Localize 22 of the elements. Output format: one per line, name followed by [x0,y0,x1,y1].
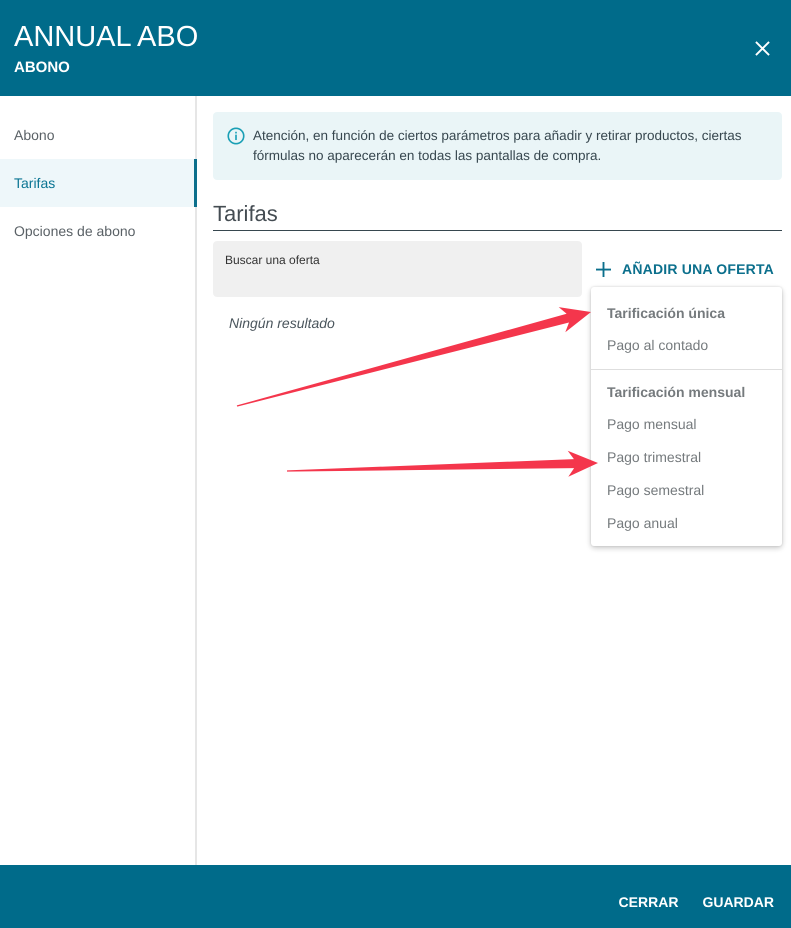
menu-item[interactable]: Pago semestral [591,474,782,507]
sidebar-item[interactable]: Abono [0,111,195,159]
search-field[interactable]: Buscar una oferta [213,241,582,297]
menu-item[interactable]: Pago anual [591,507,782,540]
dialog-title: ANNUAL ABO [14,20,198,54]
menu-item[interactable]: Pago al contado [591,329,782,362]
info-icon [227,127,245,145]
info-text: Atención, en función de ciertos parámetros para añadir y retirar productos, ciertas fórmulas no aparecerán en todas las pantallas de compra. [253,127,742,165]
plus-icon [596,262,612,276]
menu-item[interactable]: Pago mensual [591,408,782,441]
section-title: Tarifas [213,200,782,231]
footer-button[interactable]: GUARDAR [690,886,786,918]
menu-item[interactable]: Pago trimestral [591,441,782,474]
empty-message: Ningún resultado [229,314,335,332]
sidebar-item[interactable]: Opciones de abono [0,207,195,255]
add-offer-button[interactable]: AÑADIR UNA OFERTA [591,255,782,283]
dialog-subtitle: ABONO [14,58,71,78]
menu-group-heading: Tarificación única [606,304,726,323]
footer-button[interactable]: CERRAR [606,886,690,918]
close-icon[interactable] [755,40,770,56]
sidebar-item[interactable]: Tarifas [0,159,197,207]
menu-group-heading: Tarificación mensual [606,383,746,402]
